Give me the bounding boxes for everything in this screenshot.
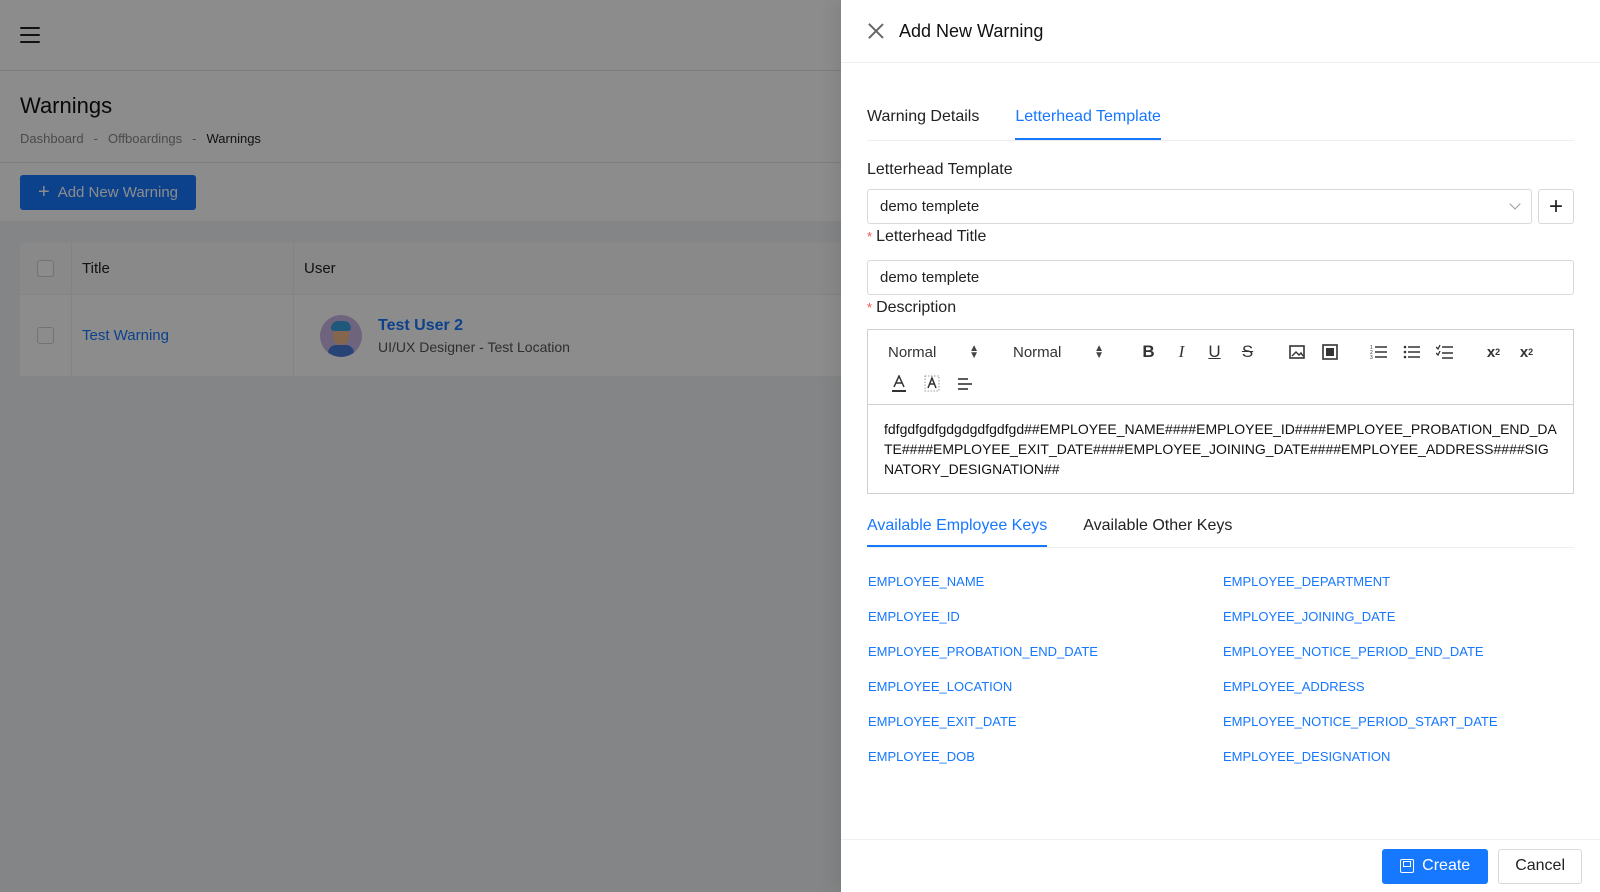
checklist-icon[interactable] bbox=[1428, 340, 1461, 364]
letterhead-title-label-row: * Letterhead Title bbox=[867, 228, 1574, 246]
key-employee-joining-date[interactable]: EMPLOYEE_JOINING_DATE bbox=[1223, 609, 1578, 625]
underline-icon[interactable]: U bbox=[1198, 340, 1231, 364]
align-icon[interactable] bbox=[948, 372, 981, 396]
description-label: Description bbox=[876, 299, 957, 316]
key-employee-notice-period-start-date[interactable]: EMPLOYEE_NOTICE_PERIOD_START_DATE bbox=[1223, 714, 1578, 730]
tab-warning-details[interactable]: Warning Details bbox=[867, 108, 979, 140]
tab-available-employee-keys[interactable]: Available Employee Keys bbox=[867, 517, 1048, 547]
keys-tabs: Available Employee Keys Available Other … bbox=[867, 498, 1574, 548]
text-color-icon[interactable] bbox=[882, 372, 915, 396]
key-employee-notice-period-end-date[interactable]: EMPLOYEE_NOTICE_PERIOD_END_DATE bbox=[1223, 644, 1578, 660]
superscript-icon[interactable]: x2 bbox=[1510, 340, 1543, 364]
key-employee-dob[interactable]: EMPLOYEE_DOB bbox=[868, 749, 1223, 765]
updown-icon: ▲ ▼ bbox=[969, 343, 979, 361]
letterhead-template-row: demo templete + bbox=[867, 189, 1574, 224]
key-employee-address[interactable]: EMPLOYEE_ADDRESS bbox=[1223, 679, 1578, 695]
ordered-list-icon[interactable]: 123 bbox=[1362, 340, 1395, 364]
size-select-value: Normal bbox=[1013, 343, 1062, 361]
font-select-value: Normal bbox=[888, 343, 937, 361]
editor-content[interactable]: fdfgdfgdfgdgdgdfgdfgd##EMPLOYEE_NAME####… bbox=[868, 405, 1573, 493]
key-employee-designation[interactable]: EMPLOYEE_DESIGNATION bbox=[1223, 749, 1578, 765]
subscript-icon[interactable]: x2 bbox=[1477, 340, 1510, 364]
drawer-tabs: Warning Details Letterhead Template bbox=[867, 63, 1574, 141]
employee-keys-grid: EMPLOYEE_NAME EMPLOYEE_DEPARTMENT EMPLOY… bbox=[867, 574, 1574, 765]
letterhead-title-input[interactable]: demo templete bbox=[867, 260, 1574, 295]
bullet-list-icon[interactable] bbox=[1395, 340, 1428, 364]
key-employee-department[interactable]: EMPLOYEE_DEPARTMENT bbox=[1223, 574, 1578, 590]
drawer-header: Add New Warning bbox=[841, 0, 1600, 63]
key-employee-name[interactable]: EMPLOYEE_NAME bbox=[868, 574, 1223, 590]
size-select[interactable]: Normal ▲ ▼ bbox=[1007, 344, 1132, 361]
editor-toolbar: Normal ▲ ▼ Normal ▲ ▼ B I U S 1 2 3 x 2 … bbox=[868, 330, 1573, 405]
save-icon bbox=[1400, 859, 1415, 873]
drawer-title: Add New Warning bbox=[899, 20, 1044, 41]
create-button[interactable]: Create bbox=[1382, 848, 1489, 884]
tab-available-other-keys[interactable]: Available Other Keys bbox=[1083, 517, 1232, 547]
close-icon[interactable] bbox=[867, 22, 885, 40]
drawer-footer: Create Cancel bbox=[841, 839, 1600, 892]
letterhead-template-label: Letterhead Template bbox=[867, 161, 1013, 178]
key-employee-location[interactable]: EMPLOYEE_LOCATION bbox=[868, 679, 1223, 695]
updown-icon: ▲ ▼ bbox=[1094, 343, 1104, 361]
drawer-body: Warning Details Letterhead Template Lett… bbox=[841, 63, 1600, 765]
description-editor: Normal ▲ ▼ Normal ▲ ▼ B I U S 1 2 3 x 2 … bbox=[867, 329, 1574, 494]
bold-icon[interactable]: B bbox=[1132, 340, 1165, 364]
add-template-button[interactable]: + bbox=[1538, 189, 1574, 224]
letterhead-template-select[interactable]: demo templete bbox=[867, 189, 1532, 224]
background-color-icon[interactable] bbox=[915, 372, 948, 396]
cancel-button[interactable]: Cancel bbox=[1498, 848, 1582, 884]
image-icon[interactable] bbox=[1280, 340, 1313, 364]
letterhead-title-value: demo templete bbox=[880, 269, 980, 286]
key-employee-probation-end-date[interactable]: EMPLOYEE_PROBATION_END_DATE bbox=[868, 644, 1223, 660]
create-label: Create bbox=[1422, 857, 1471, 874]
font-select[interactable]: Normal ▲ ▼ bbox=[882, 344, 1007, 361]
required-marker: * bbox=[867, 300, 873, 315]
letterhead-template-value: demo templete bbox=[880, 198, 980, 215]
letterhead-title-label: Letterhead Title bbox=[876, 228, 987, 245]
add-warning-drawer: Add New Warning Warning Details Letterhe… bbox=[841, 0, 1600, 892]
description-label-row: * Description bbox=[867, 299, 1574, 317]
video-icon[interactable] bbox=[1313, 340, 1346, 364]
plus-icon: + bbox=[1548, 192, 1563, 220]
key-employee-exit-date[interactable]: EMPLOYEE_EXIT_DATE bbox=[868, 714, 1223, 730]
key-employee-id[interactable]: EMPLOYEE_ID bbox=[868, 609, 1223, 625]
svg-text:3: 3 bbox=[1370, 355, 1373, 360]
required-marker: * bbox=[867, 229, 873, 244]
chevron-down-icon bbox=[1509, 198, 1521, 210]
italic-icon[interactable]: I bbox=[1165, 340, 1198, 364]
tab-letterhead-template[interactable]: Letterhead Template bbox=[1015, 108, 1161, 140]
strikethrough-icon[interactable]: S bbox=[1231, 340, 1264, 364]
